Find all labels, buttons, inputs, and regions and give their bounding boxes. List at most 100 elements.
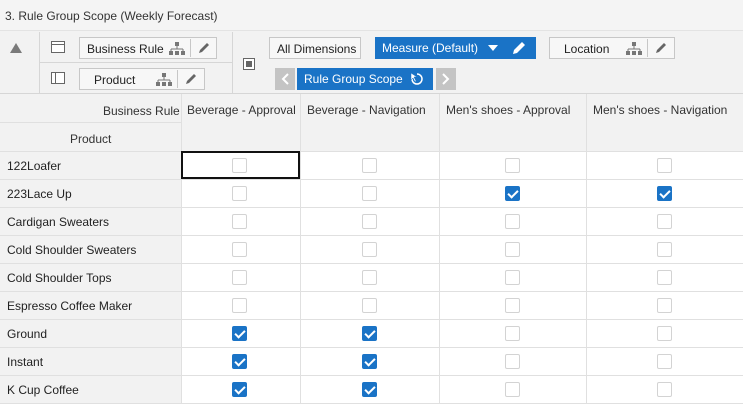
rule-checkbox[interactable] xyxy=(362,326,377,341)
grid-line xyxy=(0,375,743,376)
rule-checkbox xyxy=(362,298,377,313)
rule-checkbox xyxy=(657,158,672,173)
rule-checkbox xyxy=(657,382,672,397)
header-divider xyxy=(0,122,181,123)
rule-checkbox[interactable] xyxy=(232,382,247,397)
rule-checkbox[interactable] xyxy=(657,186,672,201)
row-header-label[interactable]: Espresso Coffee Maker xyxy=(7,299,132,313)
row-header-label[interactable]: 122Loafer xyxy=(7,159,61,173)
row-header-label[interactable]: Instant xyxy=(7,355,43,369)
edit-business-rule-button[interactable] xyxy=(190,39,217,57)
column-dimension-title: Business Rule xyxy=(103,104,180,118)
rule-checkbox[interactable] xyxy=(362,382,377,397)
row-header-label[interactable]: Ground xyxy=(7,327,47,341)
pencil-icon xyxy=(656,43,666,53)
measure-label: Measure (Default) xyxy=(382,41,479,55)
refresh-cursor-icon xyxy=(410,72,423,85)
rule-checkbox xyxy=(362,186,377,201)
row-header-label[interactable]: K Cup Coffee xyxy=(7,383,79,397)
grid-line xyxy=(439,94,440,403)
row-header-label[interactable]: Cold Shoulder Tops xyxy=(7,271,112,285)
product-dimension-chip[interactable]: Product xyxy=(79,68,205,90)
edit-location-button[interactable] xyxy=(647,39,674,57)
rule-checkbox xyxy=(362,270,377,285)
grid-line xyxy=(0,235,743,236)
window-title-bar: 3. Rule Group Scope (Weekly Forecast) xyxy=(0,0,743,31)
grid-line xyxy=(0,291,743,292)
chevron-down-icon xyxy=(488,45,498,51)
rule-checkbox[interactable] xyxy=(505,186,520,201)
column-header-mens-shoes-approval[interactable]: Men's shoes - Approval xyxy=(446,103,570,117)
toolbar-divider xyxy=(39,32,40,94)
grid-line xyxy=(181,94,182,403)
grid-line xyxy=(0,207,743,208)
grid-line xyxy=(586,94,587,403)
business-rule-dimension-chip[interactable]: Business Rule xyxy=(79,37,217,59)
pencil-icon xyxy=(199,43,209,53)
edit-product-button[interactable] xyxy=(177,70,204,88)
measure-dropdown[interactable]: Measure (Default) xyxy=(375,37,536,59)
location-chip-label: Location xyxy=(564,42,610,56)
rule-checkbox xyxy=(232,214,247,229)
chevron-left-icon xyxy=(281,73,289,85)
pencil-icon[interactable] xyxy=(511,40,527,56)
row-dimension-title: Product xyxy=(70,132,112,146)
hierarchy-icon[interactable] xyxy=(626,42,642,56)
grid-line xyxy=(300,94,301,403)
rule-checkbox xyxy=(505,354,520,369)
toolbar-row-divider xyxy=(40,62,232,63)
grid-line xyxy=(0,263,743,264)
rule-checkbox xyxy=(657,270,672,285)
row-header-label[interactable]: Cold Shoulder Sweaters xyxy=(7,243,136,257)
chevron-right-icon xyxy=(442,73,450,85)
previous-page-button[interactable] xyxy=(275,68,295,90)
location-dimension-chip[interactable]: Location xyxy=(549,37,675,59)
rule-checkbox xyxy=(505,382,520,397)
rule-checkbox xyxy=(505,270,520,285)
rule-group-scope-label: Rule Group Scope xyxy=(304,72,403,86)
rule-checkbox[interactable] xyxy=(232,326,247,341)
rule-checkbox xyxy=(657,242,672,257)
grid-line xyxy=(0,179,743,180)
business-rule-chip-label: Business Rule xyxy=(87,42,164,56)
row-layout-icon xyxy=(51,72,65,84)
column-header-beverage-navigation[interactable]: Beverage - Navigation xyxy=(307,103,426,117)
rule-checkbox xyxy=(232,298,247,313)
grid-line xyxy=(0,151,743,152)
rule-checkbox xyxy=(362,242,377,257)
hierarchy-icon[interactable] xyxy=(156,73,172,87)
row-header-label[interactable]: 223Lace Up xyxy=(7,187,72,201)
next-page-button[interactable] xyxy=(436,68,456,90)
all-dimensions-label: All Dimensions xyxy=(277,42,357,56)
rule-checkbox xyxy=(505,214,520,229)
rule-checkbox xyxy=(232,242,247,257)
pencil-icon xyxy=(186,74,196,84)
toolbar-divider xyxy=(232,32,233,94)
rule-checkbox[interactable] xyxy=(232,354,247,369)
rule-checkbox xyxy=(362,214,377,229)
rule-group-scope-page[interactable]: Rule Group Scope xyxy=(297,68,433,90)
selected-cell-outline xyxy=(181,151,300,179)
rule-checkbox[interactable] xyxy=(362,354,377,369)
page-layout-icon[interactable] xyxy=(243,58,255,70)
rule-checkbox xyxy=(657,214,672,229)
rule-checkbox xyxy=(505,298,520,313)
rule-checkbox xyxy=(505,326,520,341)
hierarchy-icon[interactable] xyxy=(169,42,185,56)
rule-checkbox xyxy=(657,326,672,341)
grid-line xyxy=(0,347,743,348)
product-chip-label: Product xyxy=(94,73,136,87)
rule-checkbox xyxy=(232,270,247,285)
window-title: 3. Rule Group Scope (Weekly Forecast) xyxy=(5,9,218,23)
all-dimensions-button[interactable]: All Dimensions xyxy=(269,37,361,59)
collapse-toolbar-icon[interactable] xyxy=(10,43,22,53)
column-header-beverage-approval[interactable]: Beverage - Approval xyxy=(187,103,296,117)
rule-checkbox xyxy=(505,158,520,173)
rule-checkbox xyxy=(505,242,520,257)
row-header-label[interactable]: Cardigan Sweaters xyxy=(7,215,109,229)
rule-checkbox xyxy=(232,186,247,201)
column-header-mens-shoes-navigation[interactable]: Men's shoes - Navigation xyxy=(593,103,727,117)
rule-checkbox xyxy=(657,298,672,313)
grid-line xyxy=(0,319,743,320)
column-layout-icon xyxy=(51,41,65,53)
